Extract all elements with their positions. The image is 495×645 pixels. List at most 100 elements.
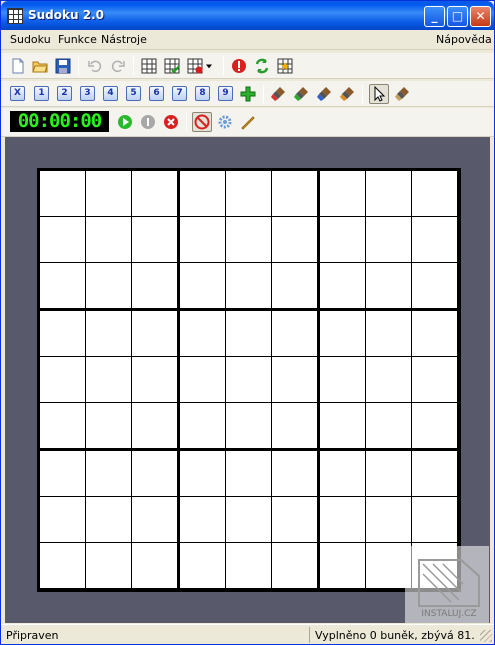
resize-grip[interactable] [480, 630, 492, 642]
menu-napoveda[interactable]: Nápověda [436, 33, 492, 46]
dropdown-arrow-icon[interactable] [203, 56, 215, 76]
play-icon[interactable] [115, 112, 135, 132]
sudoku-cell[interactable] [272, 497, 317, 542]
sudoku-cell[interactable] [40, 263, 85, 308]
sudoku-cell[interactable] [40, 403, 85, 448]
brush-blue-icon[interactable] [314, 84, 334, 104]
menu-funkce[interactable]: Funkce [58, 33, 97, 46]
sudoku-cell[interactable] [40, 543, 85, 588]
clear-number-button[interactable]: X [10, 86, 25, 101]
sudoku-cell[interactable] [366, 263, 411, 308]
redo-icon[interactable] [108, 56, 128, 76]
sudoku-cell[interactable] [226, 357, 271, 402]
hint-alert-icon[interactable] [229, 56, 249, 76]
sudoku-cell[interactable] [86, 311, 131, 356]
sudoku-cell[interactable] [366, 171, 411, 216]
no-entry-icon[interactable] [192, 112, 212, 132]
sudoku-cell[interactable] [320, 263, 365, 308]
sudoku-cell[interactable] [40, 217, 85, 262]
sudoku-cell[interactable] [132, 451, 177, 496]
sudoku-cell[interactable] [320, 403, 365, 448]
grid-icon[interactable] [139, 56, 159, 76]
sudoku-cell[interactable] [412, 263, 457, 308]
brush-red-icon[interactable] [268, 84, 288, 104]
refresh-icon[interactable] [252, 56, 272, 76]
sudoku-cell[interactable] [226, 497, 271, 542]
pointer-cursor-icon[interactable] [369, 84, 389, 104]
sudoku-cell[interactable] [320, 497, 365, 542]
number-7-button[interactable]: 7 [172, 86, 187, 101]
add-plus-icon[interactable] [238, 84, 258, 104]
sudoku-cell[interactable] [132, 357, 177, 402]
sudoku-cell[interactable] [320, 217, 365, 262]
title-bar[interactable]: Sudoku 2.0 _ □ ✕ [1, 1, 494, 30]
sudoku-cell[interactable] [320, 543, 365, 588]
close-button[interactable]: ✕ [470, 6, 491, 27]
sudoku-cell[interactable] [86, 497, 131, 542]
number-8-button[interactable]: 8 [195, 86, 210, 101]
sudoku-cell[interactable] [272, 543, 317, 588]
sudoku-cell[interactable] [180, 497, 225, 542]
sudoku-cell[interactable] [86, 543, 131, 588]
undo-icon[interactable] [85, 56, 105, 76]
save-icon[interactable] [53, 56, 73, 76]
sudoku-cell[interactable] [366, 451, 411, 496]
brush-green-icon[interactable] [291, 84, 311, 104]
sudoku-cell[interactable] [132, 171, 177, 216]
menu-nastroje[interactable]: Nástroje [101, 33, 147, 46]
grid-star-icon[interactable] [275, 56, 295, 76]
menu-sudoku[interactable]: Sudoku [10, 33, 51, 46]
number-3-button[interactable]: 3 [80, 86, 95, 101]
sudoku-cell[interactable] [272, 263, 317, 308]
number-6-button[interactable]: 6 [149, 86, 164, 101]
sudoku-cell[interactable] [86, 217, 131, 262]
sudoku-cell[interactable] [86, 403, 131, 448]
number-1-button[interactable]: 1 [34, 86, 49, 101]
sudoku-cell[interactable] [40, 311, 85, 356]
sudoku-cell[interactable] [40, 171, 85, 216]
number-5-button[interactable]: 5 [126, 86, 141, 101]
sudoku-cell[interactable] [226, 171, 271, 216]
sudoku-cell[interactable] [132, 311, 177, 356]
sudoku-cell[interactable] [272, 217, 317, 262]
sudoku-cell[interactable] [366, 357, 411, 402]
stop-icon[interactable] [161, 112, 181, 132]
sudoku-cell[interactable] [40, 357, 85, 402]
sudoku-cell[interactable] [132, 263, 177, 308]
sudoku-cell[interactable] [412, 403, 457, 448]
sudoku-cell[interactable] [226, 263, 271, 308]
maximize-button[interactable]: □ [447, 6, 468, 27]
sudoku-cell[interactable] [180, 311, 225, 356]
sudoku-cell[interactable] [320, 171, 365, 216]
sudoku-cell[interactable] [86, 357, 131, 402]
sudoku-cell[interactable] [366, 403, 411, 448]
number-2-button[interactable]: 2 [57, 86, 72, 101]
sudoku-cell[interactable] [132, 497, 177, 542]
sudoku-cell[interactable] [412, 217, 457, 262]
sudoku-cell[interactable] [132, 543, 177, 588]
sudoku-cell[interactable] [86, 263, 131, 308]
sudoku-cell[interactable] [180, 543, 225, 588]
sudoku-cell[interactable] [86, 451, 131, 496]
sudoku-cell[interactable] [412, 451, 457, 496]
pause-icon[interactable] [138, 112, 158, 132]
sudoku-cell[interactable] [180, 263, 225, 308]
sudoku-cell[interactable] [40, 497, 85, 542]
sudoku-cell[interactable] [180, 403, 225, 448]
sudoku-cell[interactable] [366, 497, 411, 542]
sudoku-cell[interactable] [412, 357, 457, 402]
sudoku-cell[interactable] [226, 403, 271, 448]
sudoku-cell[interactable] [272, 403, 317, 448]
brush-orange-icon[interactable] [337, 84, 357, 104]
sudoku-cell[interactable] [86, 171, 131, 216]
sudoku-cell[interactable] [226, 543, 271, 588]
minimize-button[interactable]: _ [424, 6, 445, 27]
settings-gear-icon[interactable] [215, 112, 235, 132]
sudoku-cell[interactable] [366, 311, 411, 356]
sudoku-cell[interactable] [272, 311, 317, 356]
sudoku-cell[interactable] [132, 403, 177, 448]
sudoku-cell[interactable] [180, 217, 225, 262]
sudoku-cell[interactable] [272, 451, 317, 496]
sudoku-cell[interactable] [412, 311, 457, 356]
sudoku-cell[interactable] [226, 451, 271, 496]
